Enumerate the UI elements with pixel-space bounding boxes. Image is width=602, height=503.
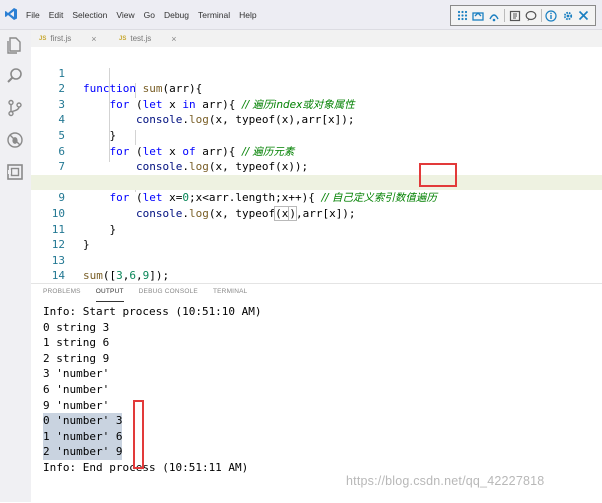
output-line-selected: 1 'number' 6 xyxy=(43,428,123,445)
code-line: 5 for (let x of arr){ // 遍历元素 xyxy=(31,112,602,158)
editor-tabs: JS first.js × JS test.js × xyxy=(31,30,602,47)
activity-bar xyxy=(0,30,31,502)
code-line: 4 } xyxy=(31,97,602,142)
tab-test-js[interactable]: JS test.js × xyxy=(119,30,177,47)
code-line: 6 console.log(x, typeof(x)); xyxy=(31,128,602,174)
menu-selection[interactable]: Selection xyxy=(72,10,107,20)
output-line: 3 'number' xyxy=(43,367,110,381)
tab-problems[interactable]: PROBLEMS xyxy=(43,288,81,302)
panel-tabs: PROBLEMS OUTPUT DEBUG CONSOLE TERMINAL xyxy=(43,288,262,302)
tab-debug-console[interactable]: DEBUG CONSOLE xyxy=(139,288,198,302)
watermark: https://blog.csdn.net/qq_42227818 xyxy=(346,474,545,488)
code-line: 2 for (let x in arr){ // 遍历index或对象属性 xyxy=(31,66,602,111)
source-control-icon[interactable] xyxy=(6,99,24,117)
red-annotation-box xyxy=(419,163,457,187)
output-line-selected: 0 'number' 3 xyxy=(43,413,123,429)
debug-icon[interactable] xyxy=(6,131,24,149)
vscode-logo-icon xyxy=(5,8,17,20)
output-line: 9 'number' xyxy=(43,398,110,412)
tab-label: test.js xyxy=(130,34,152,43)
tab-close-icon[interactable]: × xyxy=(171,34,176,44)
menu-terminal[interactable]: Terminal xyxy=(198,10,230,20)
title-bar: File Edit Selection View Go Debug Termin… xyxy=(0,0,602,30)
code-editor[interactable]: 1 function sum(arr){ 2 for (let x in arr… xyxy=(31,47,602,283)
explorer-files-icon[interactable] xyxy=(6,36,24,54)
code-line-current: 9 console.log(x, typeof(x),arr[x]); xyxy=(31,174,602,221)
menu-go[interactable]: Go xyxy=(144,10,155,20)
output-line: 6 'number' xyxy=(43,383,110,396)
search-icon[interactable] xyxy=(6,67,24,85)
javascript-file-icon: JS xyxy=(39,35,47,42)
output-line: 1 string 6 xyxy=(43,336,110,350)
bottom-panel: PROBLEMS OUTPUT DEBUG CONSOLE TERMINAL I… xyxy=(31,283,602,503)
step-out-icon[interactable] xyxy=(508,9,521,22)
code-line: 8 for (let x=0;x<arr.length;x++){ // 自己定… xyxy=(31,159,602,205)
code-line: 12 xyxy=(31,222,602,251)
tab-terminal[interactable]: TERMINAL xyxy=(213,288,247,302)
menu-bar: File Edit Selection View Go Debug Termin… xyxy=(26,0,266,30)
output-line: Info: Start process (10:51:10 AM) xyxy=(43,305,262,318)
debug-toolbar-separator xyxy=(504,9,506,22)
step-over-icon[interactable] xyxy=(472,9,485,22)
code-line: 3 console.log(x, typeof(x),arr[x]); xyxy=(31,81,602,127)
output-line: Info: End process (10:51:11 AM) xyxy=(43,461,249,474)
step-into-icon[interactable] xyxy=(488,9,501,22)
tab-close-icon[interactable]: × xyxy=(91,34,96,44)
debug-toolbar xyxy=(450,5,596,26)
debug-toolbar-separator-2 xyxy=(540,9,542,22)
output-line: 2 string 9 xyxy=(43,351,110,365)
code-line: 15 xyxy=(31,268,602,283)
settings-gear-icon[interactable] xyxy=(561,9,574,22)
output-line: 0 string 3 xyxy=(43,320,110,334)
menu-edit[interactable]: Edit xyxy=(49,10,64,20)
info-icon[interactable] xyxy=(545,9,558,22)
tab-first-js[interactable]: JS first.js × xyxy=(39,30,97,47)
stop-close-icon[interactable] xyxy=(577,9,590,22)
output-line-selected: 2 'number' 9 xyxy=(43,444,123,460)
javascript-file-icon: JS xyxy=(119,35,127,42)
menu-help[interactable]: Help xyxy=(239,10,256,20)
code-line: 13 sum([3,6,9]); xyxy=(31,237,602,283)
comment-icon[interactable] xyxy=(525,9,538,22)
code-line: 11 } xyxy=(31,206,602,252)
tab-label: first.js xyxy=(50,34,72,43)
debug-drag-handle-icon[interactable] xyxy=(456,9,469,22)
tab-output[interactable]: OUTPUT xyxy=(95,288,124,302)
code-line: 1 function sum(arr){ xyxy=(31,50,602,96)
code-line: 7 } xyxy=(31,144,602,189)
red-annotation-box xyxy=(133,400,144,469)
code-line: 10 } xyxy=(31,190,602,236)
code-line: 14 xyxy=(31,253,602,282)
extensions-icon[interactable] xyxy=(6,163,24,181)
menu-view[interactable]: View xyxy=(116,10,134,20)
menu-file[interactable]: File xyxy=(26,10,40,20)
menu-debug[interactable]: Debug xyxy=(164,10,189,20)
